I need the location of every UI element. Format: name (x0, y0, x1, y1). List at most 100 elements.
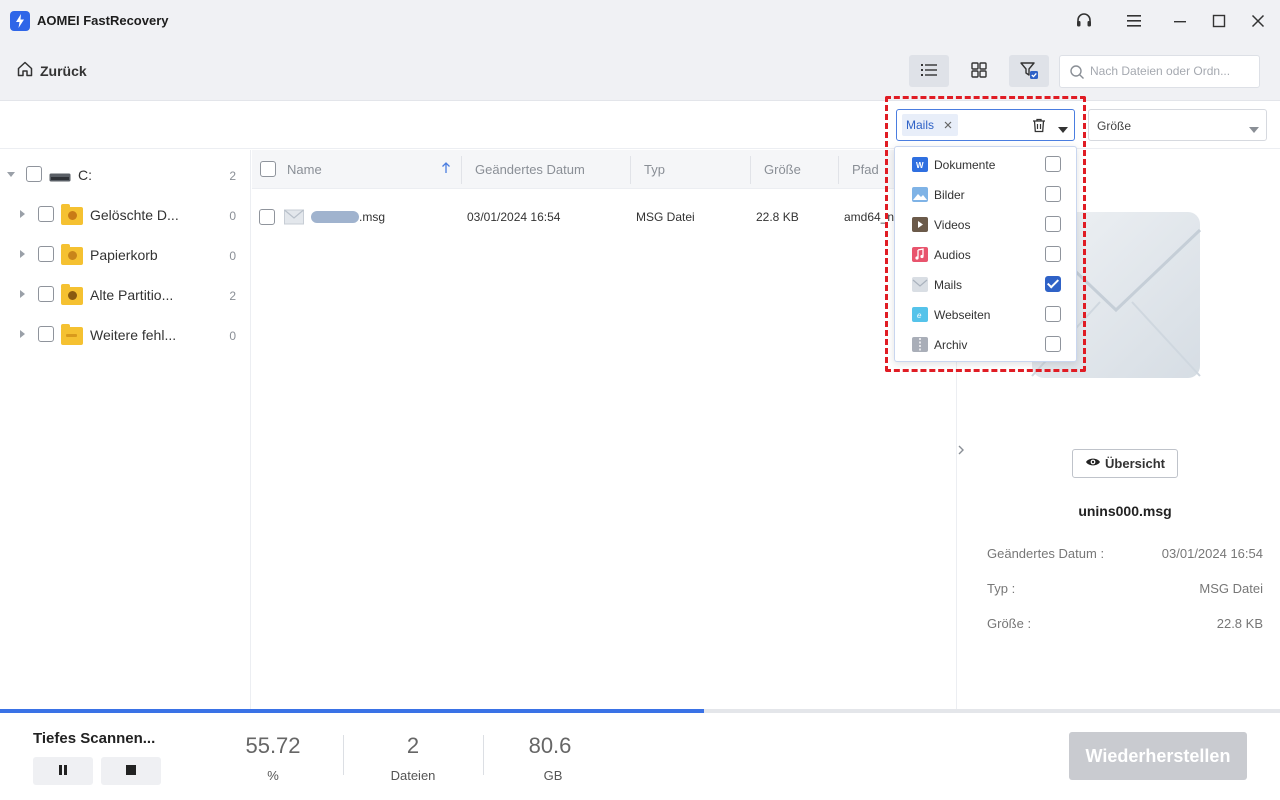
tree-checkbox[interactable] (38, 246, 54, 262)
file-path: amd64_n (844, 210, 895, 224)
filter-icon (1019, 60, 1039, 83)
dropdown-item-label: Audios (934, 248, 971, 262)
tree-item-label: Gelöschte D... (90, 207, 179, 223)
remove-tag-icon[interactable] (944, 118, 952, 132)
tree-item-count: 0 (229, 209, 236, 223)
home-icon (16, 60, 34, 81)
pause-button[interactable] (33, 757, 93, 785)
tree-item-count: 0 (229, 249, 236, 263)
dropdown-item-webpages[interactable]: e Webseiten (895, 299, 1076, 329)
filter-button[interactable] (1009, 55, 1049, 87)
tree-root-c[interactable]: C: 2 (0, 154, 250, 194)
dropdown-item-videos[interactable]: Videos (895, 209, 1076, 239)
column-divider[interactable] (838, 156, 839, 184)
expand-caret-icon[interactable] (20, 250, 25, 258)
word-doc-icon: W (912, 157, 928, 172)
preview-button[interactable]: Übersicht (1072, 449, 1178, 478)
search-icon (1069, 64, 1085, 83)
list-view-icon (920, 63, 938, 80)
music-icon (912, 247, 928, 262)
close-icon[interactable] (1244, 8, 1272, 34)
file-type-select[interactable]: Mails (896, 109, 1075, 141)
dropdown-item-label: Webseiten (934, 308, 991, 322)
clear-trash-icon[interactable] (1031, 117, 1047, 136)
eye-icon (1085, 456, 1101, 471)
grid-view-icon (971, 61, 987, 81)
dropdown-item-documents[interactable]: W Dokumente (895, 149, 1076, 179)
tree-checkbox[interactable] (38, 286, 54, 302)
collapse-panel-chevron-icon[interactable] (956, 443, 966, 460)
tree-item-other-missing[interactable]: Weitere fehl... 0 (0, 314, 250, 354)
svg-text:e: e (917, 311, 922, 320)
deleted-folder-icon (61, 204, 83, 225)
back-button[interactable]: Zurück (16, 60, 87, 81)
search-input[interactable] (1090, 64, 1254, 78)
files-count-value: 2 (406, 733, 420, 758)
dropdown-item-label: Dokumente (934, 158, 996, 172)
dropdown-item-checkbox[interactable] (1045, 336, 1061, 352)
dropdown-item-checkbox-checked[interactable] (1045, 276, 1061, 292)
column-header-size[interactable]: Größe (764, 162, 801, 177)
tree-item-count: 2 (229, 289, 236, 303)
table-row[interactable]: .msg 03/01/2024 16:54 MSG Datei 22.8 KB … (252, 197, 955, 237)
size-select[interactable]: Größe (1088, 109, 1267, 141)
column-divider[interactable] (750, 156, 751, 184)
other-folder-icon (61, 324, 83, 345)
dropdown-item-mails[interactable]: Mails (895, 269, 1076, 299)
maximize-icon[interactable] (1205, 8, 1233, 34)
stop-button[interactable] (101, 757, 161, 785)
select-all-checkbox[interactable] (260, 161, 276, 177)
tree-item-deleted[interactable]: Gelöschte D... 0 (0, 194, 250, 234)
tree-checkbox[interactable] (38, 326, 54, 342)
collapse-caret-icon[interactable] (7, 172, 15, 177)
expand-caret-icon[interactable] (20, 330, 25, 338)
tree-item-recycle-bin[interactable]: Papierkorb 0 (0, 234, 250, 274)
support-headset-icon[interactable] (1070, 8, 1098, 34)
stop-icon (125, 764, 137, 779)
dropdown-item-checkbox[interactable] (1045, 186, 1061, 202)
dropdown-item-audios[interactable]: Audios (895, 239, 1076, 269)
image-icon (912, 187, 928, 202)
preview-date-value: 03/01/2024 16:54 (1161, 546, 1263, 561)
dropdown-item-checkbox[interactable] (1045, 156, 1061, 172)
tree-checkbox[interactable] (38, 206, 54, 222)
column-divider[interactable] (461, 156, 462, 184)
dropdown-item-checkbox[interactable] (1045, 306, 1061, 322)
row-checkbox[interactable] (259, 209, 275, 225)
sort-ascending-icon[interactable] (441, 162, 451, 177)
tree-item-old-partition[interactable]: Alte Partitio... 2 (0, 274, 250, 314)
column-header-date[interactable]: Geändertes Datum (475, 162, 585, 177)
search-box[interactable] (1059, 55, 1260, 88)
selected-type-tag[interactable]: Mails (902, 114, 959, 136)
restore-button[interactable]: Wiederherstellen (1069, 732, 1247, 780)
dropdown-item-images[interactable]: Bilder (895, 179, 1076, 209)
preview-type-value: MSG Datei (1199, 581, 1263, 596)
tree-checkbox[interactable] (26, 166, 42, 182)
dropdown-item-checkbox[interactable] (1045, 246, 1061, 262)
grid-view-button[interactable] (959, 55, 999, 87)
column-header-type[interactable]: Typ (644, 162, 665, 177)
pause-icon (57, 764, 69, 779)
dropdown-item-checkbox[interactable] (1045, 216, 1061, 232)
expand-caret-icon[interactable] (20, 210, 25, 218)
preview-button-label: Übersicht (1105, 456, 1165, 471)
minimize-icon[interactable] (1166, 8, 1194, 34)
tree-item-label: Alte Partitio... (90, 287, 174, 303)
folder-tree: C: 2 Gelöschte D... 0 Papierkorb 0 Alte … (0, 150, 251, 710)
dropdown-arrow-icon[interactable] (1058, 122, 1068, 137)
column-header-name[interactable]: Name (287, 162, 322, 177)
preview-type-label: Typ : (987, 581, 1016, 596)
dropdown-item-archive[interactable]: Archiv (895, 329, 1076, 359)
video-icon (912, 217, 928, 232)
column-divider[interactable] (630, 156, 631, 184)
clock-folder-icon (61, 284, 83, 305)
column-header-path[interactable]: Pfad (852, 162, 879, 177)
web-page-icon: e (912, 307, 928, 322)
stat-divider (343, 735, 344, 775)
expand-caret-icon[interactable] (20, 290, 25, 298)
menu-icon[interactable] (1120, 8, 1148, 34)
file-type: MSG Datei (636, 210, 695, 224)
list-view-button[interactable] (909, 55, 949, 87)
app-title: AOMEI FastRecovery (37, 13, 169, 28)
mail-file-icon (284, 207, 304, 230)
